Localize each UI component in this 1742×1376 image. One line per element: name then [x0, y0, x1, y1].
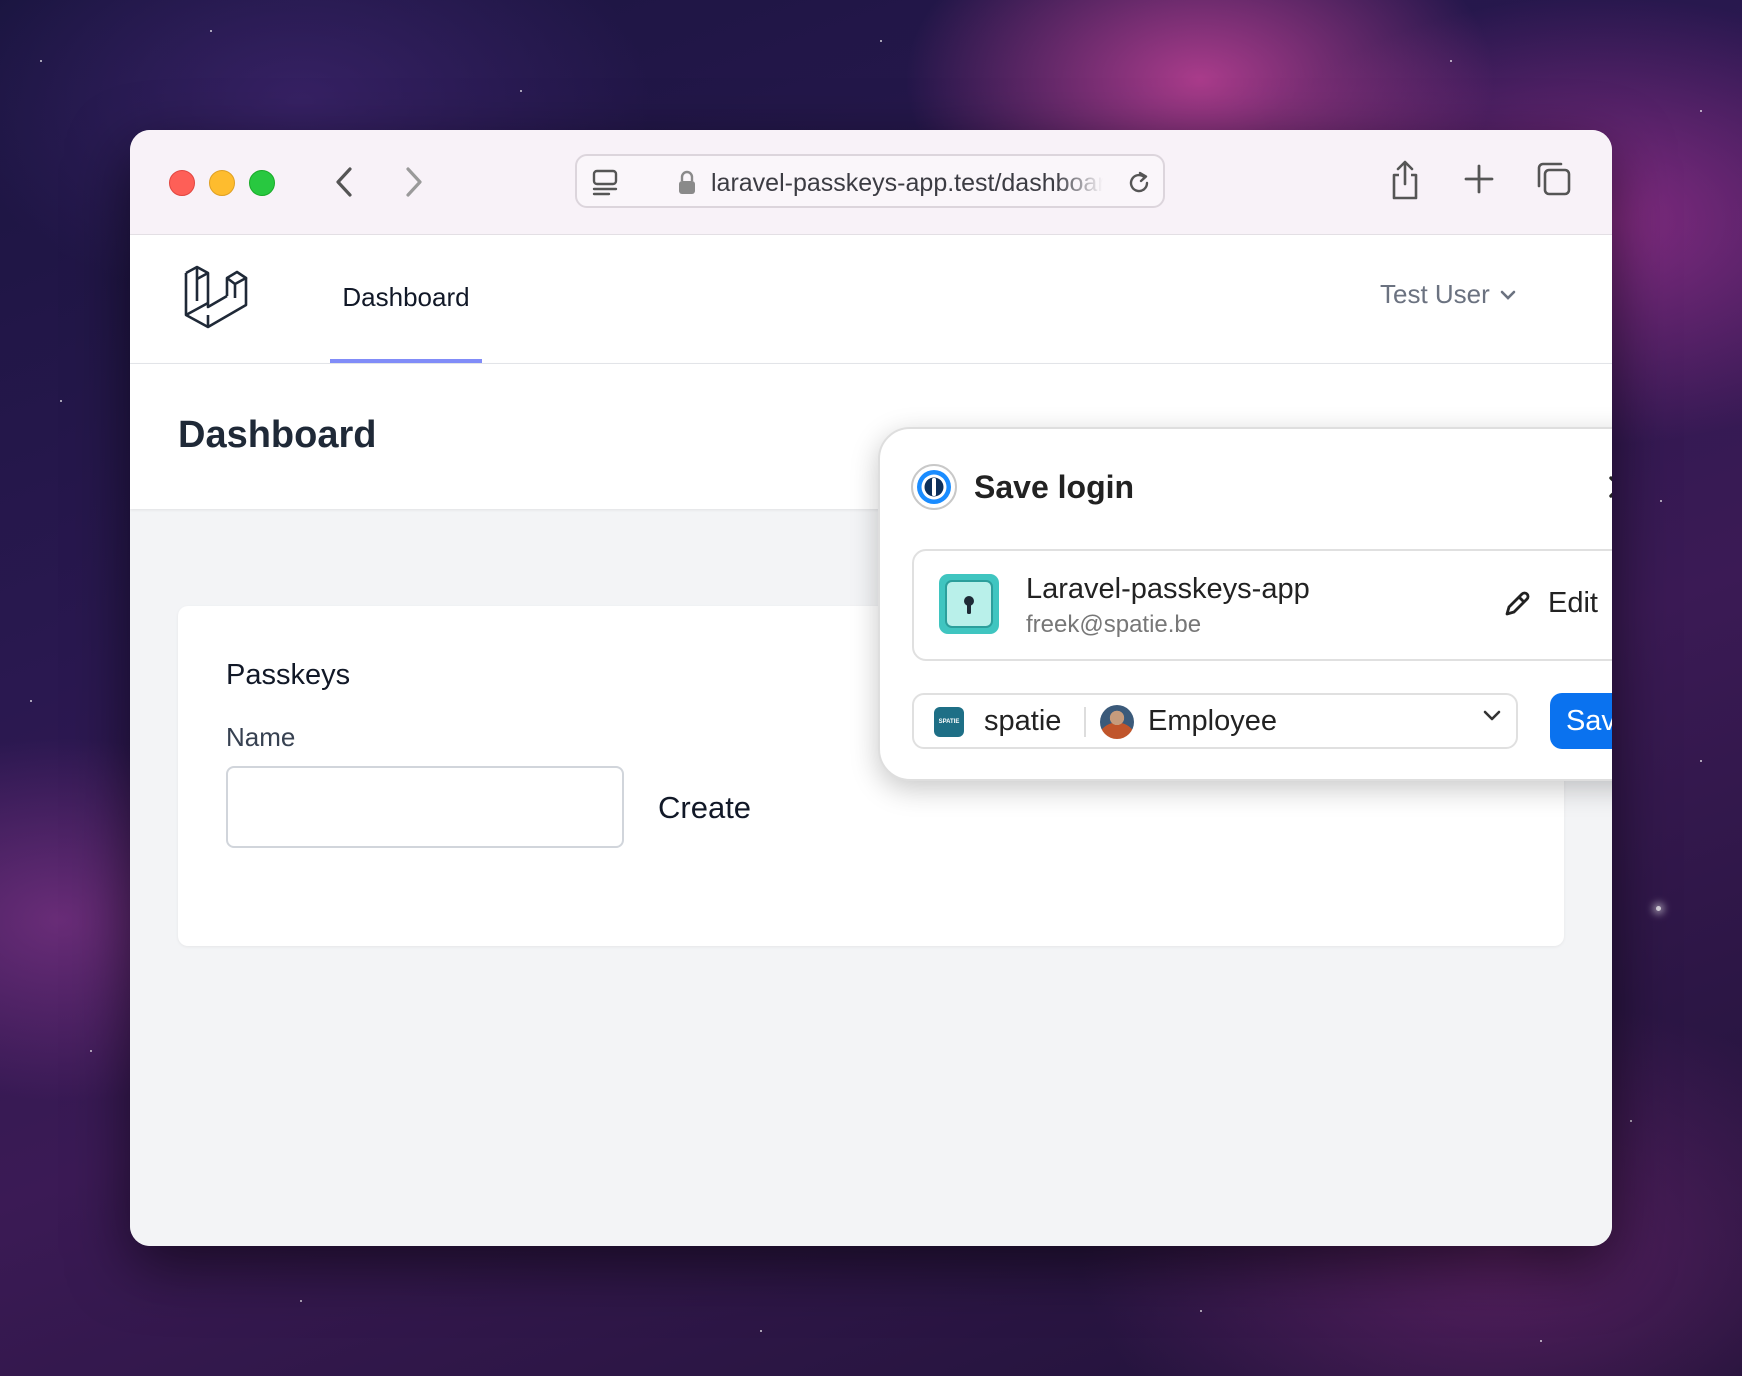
- divider: [1084, 707, 1086, 737]
- passkey-name-input[interactable]: [226, 766, 624, 848]
- create-passkey-button[interactable]: Create: [658, 790, 751, 826]
- user-menu[interactable]: Test User: [1380, 279, 1516, 310]
- chevron-down-icon: [1482, 709, 1502, 728]
- share-icon[interactable]: [1388, 158, 1422, 202]
- app-navigation: Dashboard Test User: [130, 235, 1612, 364]
- edit-label: Edit: [1548, 587, 1598, 619]
- vault-select[interactable]: SPATIE spatie Employee: [912, 693, 1518, 749]
- browser-window: laravel-passkeys-app.test/dashboard Dash…: [130, 130, 1612, 1246]
- keyhole-icon: [938, 573, 1000, 635]
- new-tab-icon[interactable]: [1462, 162, 1496, 196]
- vault-name: Employee: [1148, 705, 1277, 737]
- edit-button[interactable]: Edit: [1502, 587, 1598, 620]
- browser-toolbar: laravel-passkeys-app.test/dashboard: [130, 130, 1612, 235]
- zoom-window-button[interactable]: [249, 170, 275, 196]
- close-window-button[interactable]: [169, 170, 195, 196]
- login-username: freek@spatie.be: [1026, 611, 1202, 638]
- 1password-logo-icon: [910, 463, 958, 511]
- save-button[interactable]: Save: [1550, 693, 1612, 749]
- sidebar-icon[interactable]: [591, 168, 619, 196]
- name-label: Name: [226, 722, 296, 752]
- account-name: spatie: [984, 705, 1062, 737]
- minimize-window-button[interactable]: [209, 170, 235, 196]
- tabs-overview-icon[interactable]: [1535, 160, 1573, 198]
- close-icon[interactable]: [1602, 469, 1612, 505]
- url-text[interactable]: laravel-passkeys-app.test/dashboard: [711, 169, 1103, 198]
- popup-title: Save login: [974, 469, 1135, 505]
- login-item: Laravel-passkeys-app freek@spatie.be Edi…: [912, 549, 1612, 661]
- page-title: Dashboard: [178, 414, 377, 456]
- laravel-logo[interactable]: [182, 263, 250, 336]
- save-login-popup: Save login Laravel-passkeys-app freek@sp…: [878, 427, 1612, 781]
- spatie-logo: SPATIE: [934, 707, 964, 737]
- nav-link-dashboard[interactable]: Dashboard: [330, 235, 482, 363]
- avatar: [1100, 705, 1134, 739]
- chevron-down-icon: [1500, 290, 1516, 300]
- forward-icon[interactable]: [396, 164, 432, 200]
- back-icon[interactable]: [326, 164, 362, 200]
- address-bar[interactable]: laravel-passkeys-app.test/dashboard: [575, 154, 1165, 208]
- lock-icon: [677, 170, 697, 196]
- user-name: Test User: [1380, 279, 1490, 309]
- reload-icon[interactable]: [1125, 169, 1153, 197]
- login-title: Laravel-passkeys-app: [1026, 573, 1310, 605]
- pencil-icon: [1505, 591, 1530, 615]
- passkeys-title: Passkeys: [226, 659, 351, 691]
